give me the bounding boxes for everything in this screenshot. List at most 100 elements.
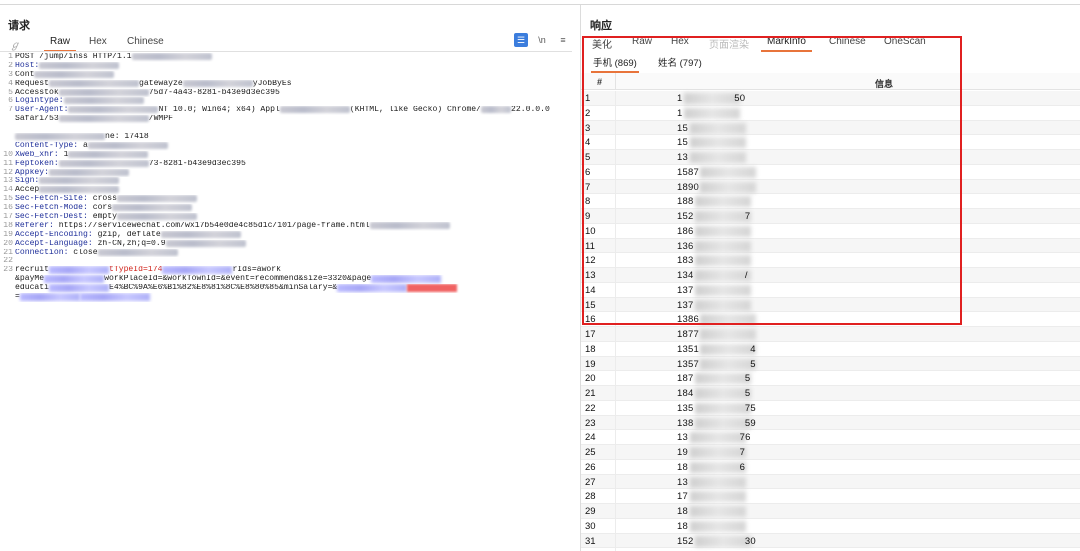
menu-icon[interactable]: ≡	[556, 33, 570, 47]
redacted-mask	[689, 476, 746, 488]
row-value: 1351	[677, 343, 699, 355]
tab-beautify[interactable]: 美化	[592, 36, 612, 51]
row-value: 137	[677, 284, 694, 296]
table-row[interactable]: 21 184 5	[581, 386, 1080, 401]
tab-hex[interactable]: Hex	[671, 36, 689, 47]
redacted-blur	[58, 88, 149, 96]
table-row[interactable]: 25 19 7	[581, 445, 1080, 460]
row-value: 183	[677, 255, 694, 267]
line-text: recruit	[15, 266, 49, 275]
table-row[interactable]: 24 13 76	[581, 430, 1080, 445]
table-row[interactable]: 8 188	[581, 194, 1080, 209]
table-row[interactable]: 6 1587	[581, 164, 1080, 180]
table-row[interactable]: 1 1 50	[581, 91, 1080, 106]
tab-raw[interactable]: Raw	[632, 36, 652, 47]
response-pane: 响应 美化 Raw Hex 页面渲染 MarkInfo Chinese OneS…	[580, 5, 1080, 551]
table-row[interactable]: 12 183	[581, 253, 1080, 268]
line-text: Accept-Encoding: gzip, deflate	[15, 230, 161, 239]
line-number: 18	[3, 221, 13, 230]
tab-hex[interactable]: Hex	[89, 36, 107, 47]
redacted-mask	[694, 299, 751, 311]
row-number: 10	[585, 225, 596, 237]
tab-raw[interactable]: Raw	[43, 36, 77, 52]
redacted-mask	[689, 520, 746, 532]
table-row[interactable]: 27 13	[581, 474, 1080, 490]
redacted-mask	[689, 506, 746, 517]
row-number: 26	[585, 461, 596, 473]
table-row[interactable]: 26 18 6	[581, 459, 1080, 475]
table-row[interactable]: 28 17	[581, 489, 1080, 504]
code-line: 20 Accept-Language: zh-CN,zh;q=0.9	[0, 239, 572, 249]
line-number	[0, 284, 15, 293]
line-text: &payMe	[15, 275, 45, 284]
code-line: 1 POST /jump/inss HTTP/1.1	[0, 53, 572, 62]
table-row[interactable]: 30 18	[581, 518, 1080, 534]
table-row[interactable]: 29 18	[581, 504, 1080, 519]
table-row[interactable]: 10 186	[581, 223, 1080, 239]
redacted-mask	[689, 432, 746, 444]
newline-icon[interactable]: \n	[535, 33, 549, 47]
table-row[interactable]: 18 1351 4	[581, 341, 1080, 357]
table-row[interactable]: 7 1890	[581, 179, 1080, 195]
code-line: Safari/53/WMPF	[0, 115, 572, 124]
response-tabbar: 美化 Raw Hex 页面渲染 MarkInfo Chinese OneScan	[581, 33, 1080, 52]
table-row[interactable]: 31 152 30	[581, 533, 1080, 549]
tab-onescan[interactable]: OneScan	[884, 36, 926, 47]
row-number: 23	[585, 417, 596, 429]
column-divider	[615, 445, 616, 459]
column-divider	[615, 164, 616, 179]
code-line: 5 Accesstok 75d7-4a43-8281-b43e9d3ec395	[0, 88, 572, 98]
markinfo-table: 1 1 50 2 1 3 15 4 15 5 13 6 1587 7 1890 8 188 9 152 7 10 186 1…	[581, 91, 1080, 551]
table-row[interactable]: 9 152 7	[581, 209, 1080, 224]
redacted-blur	[39, 186, 120, 194]
pretty-icon[interactable]: ℊ	[10, 36, 20, 51]
table-row[interactable]: 4 15	[581, 135, 1080, 150]
line-text: Sec-Fetch-Dest: empty	[15, 213, 118, 222]
column-divider	[615, 223, 616, 238]
line-text: Request	[15, 79, 49, 88]
redacted-blur	[279, 106, 350, 114]
table-row[interactable]: 13 134 /	[581, 268, 1080, 283]
redacted-blur	[49, 168, 129, 176]
tab-markinfo[interactable]: MarkInfo	[761, 36, 812, 52]
subtab-phone[interactable]: 手机 (869)	[591, 55, 639, 73]
tab-chinese[interactable]: Chinese	[127, 36, 164, 47]
column-divider	[615, 238, 616, 253]
redacted-blur	[481, 106, 512, 114]
redacted-mask	[694, 240, 751, 252]
tab-chinese[interactable]: Chinese	[829, 36, 866, 47]
header-number[interactable]: #	[597, 77, 602, 87]
row-value-end: 4	[750, 343, 756, 355]
table-row[interactable]: 21	[581, 105, 1080, 121]
table-row[interactable]: 5 13	[581, 150, 1080, 165]
request-editor[interactable]: 1 POST /jump/inss HTTP/1.1 2 Host: 3 Cont 4 Req…	[0, 53, 572, 302]
table-row[interactable]: 14 137	[581, 282, 1080, 298]
table-row[interactable]: 15 137	[581, 297, 1080, 313]
table-row[interactable]: 17 1877	[581, 327, 1080, 342]
header-info[interactable]: 信息	[875, 77, 893, 90]
table-row[interactable]: 16 1386	[581, 312, 1080, 327]
table-row[interactable]: 23 138 59	[581, 415, 1080, 431]
tab-render[interactable]: 页面渲染	[709, 36, 749, 51]
code-line: 22	[0, 257, 572, 266]
table-row[interactable]: 11 136	[581, 238, 1080, 254]
request-pane: 请求 ℊ Raw Hex Chinese ☰ \n ≡ 1 POST /jump/…	[0, 5, 572, 551]
row-value: 1357	[677, 358, 699, 370]
table-row[interactable]: 20 187 5	[581, 371, 1080, 386]
format-icon[interactable]: ☰	[514, 33, 528, 47]
code-line: =	[0, 293, 572, 302]
subtab-name[interactable]: 姓名 (797)	[658, 55, 702, 69]
column-divider	[615, 341, 616, 356]
header-divider	[615, 73, 616, 90]
table-row[interactable]: 3 15	[581, 120, 1080, 136]
line-number	[0, 142, 15, 151]
code-line: educati E4%BC%9A%E6%B1%82%E8%81%8C%E8%80%…	[0, 284, 572, 293]
line-text: Xweb_xhr: 1	[15, 150, 69, 159]
row-value: 188	[677, 196, 694, 208]
response-title: 响应	[590, 20, 612, 32]
table-row[interactable]: 19 1357 5	[581, 356, 1080, 372]
row-value: 1587	[677, 166, 699, 178]
table-row[interactable]: 22 135 75	[581, 400, 1080, 416]
line-number	[0, 133, 15, 142]
row-value: 137	[677, 299, 694, 311]
